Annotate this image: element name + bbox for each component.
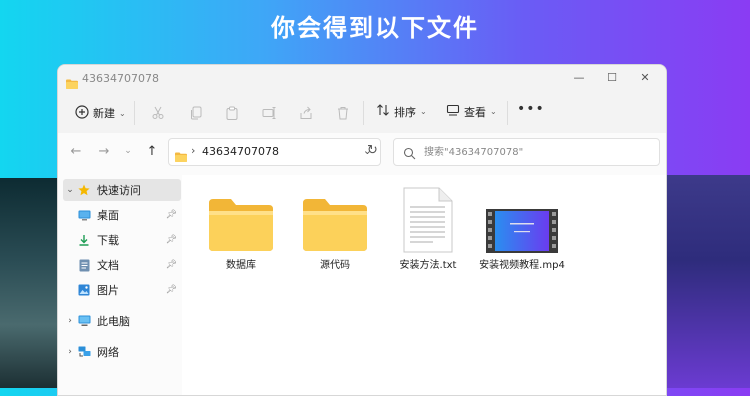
background-photo-right [665, 175, 750, 388]
navigation-bar: ← → ⌄ ↑ › 43634707078 ⌄ ↻ [58, 133, 666, 169]
toolbar-divider [507, 101, 508, 125]
file-list: 数据库 源代码 安装方法.txt 安装视频教程.mp4 [182, 175, 666, 395]
back-arrow-icon[interactable]: ← [68, 143, 84, 159]
video-file-icon [476, 181, 568, 253]
network-icon [77, 345, 91, 359]
recent-locations-chevron-icon[interactable]: ⌄ [120, 143, 136, 159]
folder-icon [66, 74, 78, 93]
file-name: 源代码 [320, 260, 350, 271]
window-title: 43634707078 [82, 72, 159, 85]
computer-icon [77, 314, 91, 328]
file-item-video[interactable]: 安装视频教程.mp4 [476, 181, 568, 272]
sidebar-item-label: 下载 [97, 234, 119, 247]
search-box[interactable] [393, 138, 660, 166]
address-bar[interactable]: › 43634707078 ⌄ [168, 138, 381, 166]
minimize-button[interactable]: — [570, 71, 588, 87]
chevron-down-icon: ⌄ [490, 107, 497, 116]
sidebar-item-label: 网络 [97, 346, 119, 359]
desktop-icon [77, 208, 91, 222]
pin-icon[interactable]: 📌︎ [166, 235, 177, 245]
file-explorer-window: 43634707078 — ☐ ✕ 新建 ⌄ 排序 ⌄ 查看 ⌄ ••• ← →… [57, 64, 667, 396]
rename-icon[interactable] [259, 103, 279, 123]
sidebar-item-documents[interactable]: 文档 📌︎ [77, 254, 181, 276]
file-name: 数据库 [226, 260, 256, 271]
expand-chevron-icon[interactable]: › [63, 316, 77, 326]
sort-button[interactable]: 排序 ⌄ [376, 103, 427, 120]
sidebar-item-quick-access[interactable]: ⌄ 快速访问 [63, 179, 181, 201]
file-name: 安装方法.txt [399, 260, 457, 271]
new-button[interactable]: 新建 ⌄ [75, 103, 126, 123]
sidebar-item-this-pc[interactable]: › 此电脑 [63, 310, 181, 332]
title-bar[interactable]: 43634707078 — ☐ ✕ [58, 65, 666, 93]
banner-title: 你会得到以下文件 [271, 14, 479, 42]
folder-icon [289, 181, 381, 253]
sort-label: 排序 [394, 105, 416, 119]
folder-icon [195, 181, 287, 253]
navigation-pane: ⌄ 快速访问 桌面 📌︎ 下载 📌︎ 文档 📌︎ 图片 📌︎ › 此电脑 › 网… [58, 175, 182, 395]
delete-icon[interactable] [333, 103, 353, 123]
sidebar-item-label: 文档 [97, 259, 119, 272]
sidebar-item-label: 桌面 [97, 209, 119, 222]
view-icon [446, 103, 460, 120]
sidebar-item-network[interactable]: › 网络 [63, 341, 181, 363]
star-icon [77, 183, 91, 197]
text-file-icon [382, 181, 474, 253]
pin-icon[interactable]: 📌︎ [166, 260, 177, 270]
background-photo-left [0, 178, 60, 388]
forward-arrow-icon[interactable]: → [96, 143, 112, 159]
sidebar-item-label: 快速访问 [97, 184, 141, 197]
chevron-down-icon: ⌄ [420, 107, 427, 116]
maximize-button[interactable]: ☐ [603, 71, 621, 87]
plus-circle-icon [75, 104, 89, 122]
picture-icon [77, 283, 91, 297]
paste-icon[interactable] [222, 103, 242, 123]
search-input[interactable] [422, 143, 646, 161]
expand-chevron-icon[interactable]: › [63, 347, 77, 357]
view-button[interactable]: 查看 ⌄ [446, 103, 497, 120]
sidebar-item-label: 图片 [97, 284, 119, 297]
close-button[interactable]: ✕ [636, 71, 654, 87]
sidebar-item-downloads[interactable]: 下载 📌︎ [77, 229, 181, 251]
copy-icon[interactable] [186, 103, 206, 123]
file-item-text[interactable]: 安装方法.txt [382, 181, 474, 272]
folder-icon [175, 147, 187, 166]
share-icon[interactable] [296, 103, 316, 123]
pin-icon[interactable]: 📌︎ [166, 210, 177, 220]
download-icon [77, 233, 91, 247]
expand-chevron-icon[interactable]: ⌄ [63, 185, 77, 195]
file-item-folder[interactable]: 源代码 [289, 181, 381, 272]
up-arrow-icon[interactable]: ↑ [144, 143, 160, 159]
search-icon [403, 145, 416, 164]
sidebar-item-label: 此电脑 [97, 315, 130, 328]
breadcrumb-separator: › [191, 144, 196, 157]
file-name: 安装视频教程.mp4 [479, 260, 565, 271]
new-label: 新建 [93, 107, 115, 120]
sort-icon [376, 103, 390, 120]
cut-icon[interactable] [148, 103, 168, 123]
sidebar-item-desktop[interactable]: 桌面 📌︎ [77, 204, 181, 226]
toolbar-divider [134, 101, 135, 125]
document-icon [77, 258, 91, 272]
toolbar-divider [363, 101, 364, 125]
sidebar-item-pictures[interactable]: 图片 📌︎ [77, 279, 181, 301]
command-bar: 新建 ⌄ 排序 ⌄ 查看 ⌄ ••• [58, 93, 666, 134]
more-options-icon[interactable]: ••• [517, 101, 545, 117]
refresh-icon[interactable]: ↻ [367, 143, 378, 158]
file-item-folder[interactable]: 数据库 [195, 181, 287, 272]
pin-icon[interactable]: 📌︎ [166, 285, 177, 295]
chevron-down-icon: ⌄ [119, 108, 126, 118]
breadcrumb-path[interactable]: 43634707078 [202, 145, 279, 158]
view-label: 查看 [464, 105, 486, 119]
